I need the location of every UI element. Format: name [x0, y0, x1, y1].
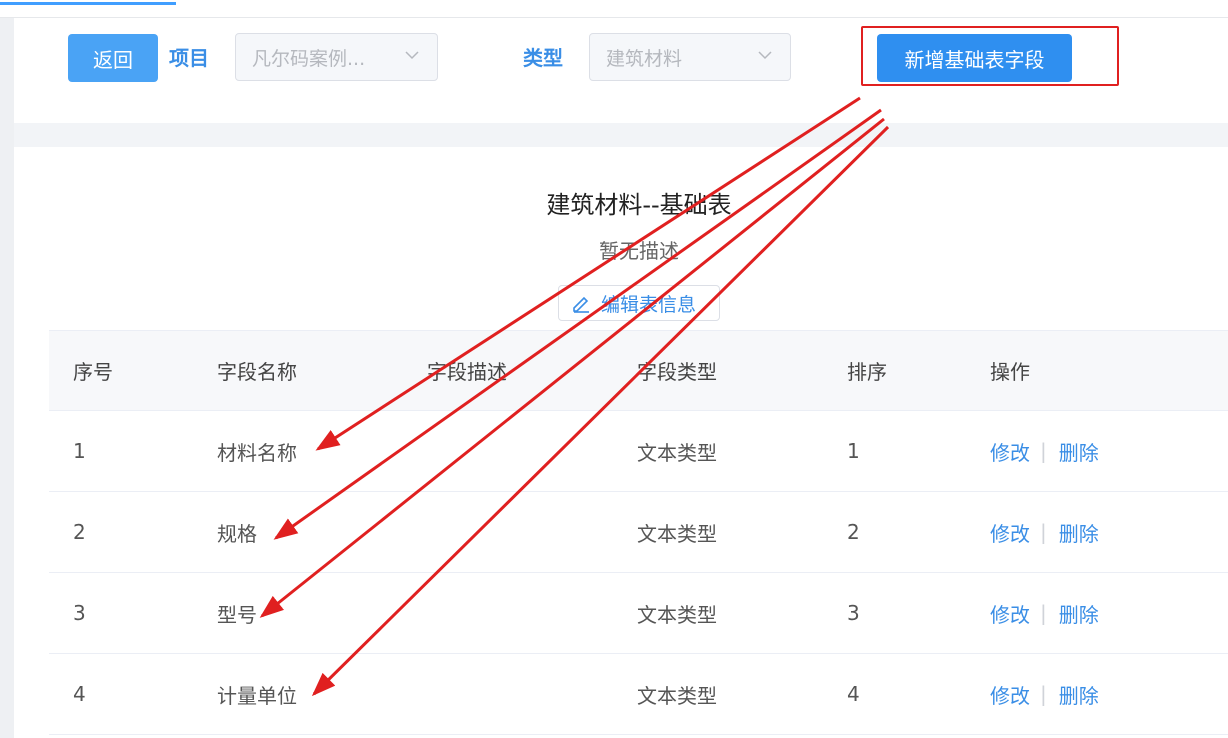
row-field-name: 型号 — [217, 602, 257, 627]
chevron-down-icon — [405, 51, 419, 60]
row-index: 3 — [73, 601, 86, 625]
table-row: 4 计量单位 文本类型 4 修改 | 删除 — [49, 654, 1228, 735]
col-header-description: 字段描述 — [427, 360, 507, 384]
row-sort: 1 — [847, 439, 860, 463]
action-divider: | — [1040, 682, 1047, 706]
col-header-index: 序号 — [73, 360, 113, 384]
edit-link[interactable]: 修改 — [990, 437, 1030, 466]
row-field-name: 规格 — [217, 521, 257, 546]
col-header-name: 字段名称 — [217, 360, 297, 384]
row-actions: 修改 | 删除 — [990, 654, 1099, 734]
filter-toolbar: 返回 项目 凡尔码案例... 类型 建筑材料 新增基础表字段 — [14, 18, 1228, 123]
type-select[interactable]: 建筑材料 — [589, 33, 791, 81]
row-sort: 2 — [847, 520, 860, 544]
action-divider: | — [1040, 520, 1047, 544]
edit-link[interactable]: 修改 — [990, 518, 1030, 547]
row-index: 4 — [73, 682, 86, 706]
delete-link[interactable]: 删除 — [1059, 437, 1099, 466]
edit-link[interactable]: 修改 — [990, 680, 1030, 709]
table-panel: 建筑材料--基础表 暂无描述 编辑表信息 序号 字段名称 字段描述 字段类型 排… — [14, 147, 1228, 738]
table-description: 暂无描述 — [599, 239, 679, 263]
row-field-type: 文本类型 — [637, 521, 717, 546]
active-tab-indicator — [0, 2, 176, 5]
action-divider: | — [1040, 439, 1047, 463]
type-label: 类型 — [523, 46, 563, 70]
action-divider: | — [1040, 601, 1047, 625]
edit-pencil-icon — [573, 296, 589, 313]
row-sort: 3 — [847, 601, 860, 625]
row-field-name: 计量单位 — [217, 683, 297, 708]
left-rail — [0, 18, 14, 738]
chevron-down-icon — [758, 51, 772, 60]
edit-table-info-label: 编辑表信息 — [601, 293, 697, 316]
back-button[interactable]: 返回 — [68, 34, 158, 82]
row-field-type: 文本类型 — [637, 602, 717, 627]
project-select-value: 凡尔码案例... — [252, 47, 366, 70]
project-label: 项目 — [169, 46, 209, 70]
type-select-value: 建筑材料 — [606, 47, 683, 70]
delete-link[interactable]: 删除 — [1059, 599, 1099, 628]
table-header-row: 序号 字段名称 字段描述 字段类型 排序 操作 — [49, 330, 1228, 411]
edit-link[interactable]: 修改 — [990, 599, 1030, 628]
row-actions: 修改 | 删除 — [990, 492, 1099, 572]
row-field-type: 文本类型 — [637, 440, 717, 465]
row-sort: 4 — [847, 682, 860, 706]
delete-link[interactable]: 删除 — [1059, 680, 1099, 709]
row-index: 2 — [73, 520, 86, 544]
table-title: 建筑材料--基础表 — [546, 191, 732, 219]
annotation-highlight-box — [861, 26, 1119, 86]
top-tab-bar — [0, 0, 1228, 18]
edit-table-info-button[interactable]: 编辑表信息 — [558, 285, 720, 321]
col-header-sort: 排序 — [847, 360, 887, 384]
delete-link[interactable]: 删除 — [1059, 518, 1099, 547]
fields-table: 序号 字段名称 字段描述 字段类型 排序 操作 1 材料名称 文本类型 1 修改… — [49, 330, 1228, 735]
row-index: 1 — [73, 439, 86, 463]
row-field-type: 文本类型 — [637, 683, 717, 708]
col-header-type: 字段类型 — [637, 360, 717, 384]
row-actions: 修改 | 删除 — [990, 411, 1099, 491]
table-row: 2 规格 文本类型 2 修改 | 删除 — [49, 492, 1228, 573]
row-field-name: 材料名称 — [217, 440, 297, 465]
row-actions: 修改 | 删除 — [990, 573, 1099, 653]
project-select[interactable]: 凡尔码案例... — [235, 33, 438, 81]
table-row: 3 型号 文本类型 3 修改 | 删除 — [49, 573, 1228, 654]
table-row: 1 材料名称 文本类型 1 修改 | 删除 — [49, 411, 1228, 492]
col-header-actions: 操作 — [990, 360, 1030, 384]
